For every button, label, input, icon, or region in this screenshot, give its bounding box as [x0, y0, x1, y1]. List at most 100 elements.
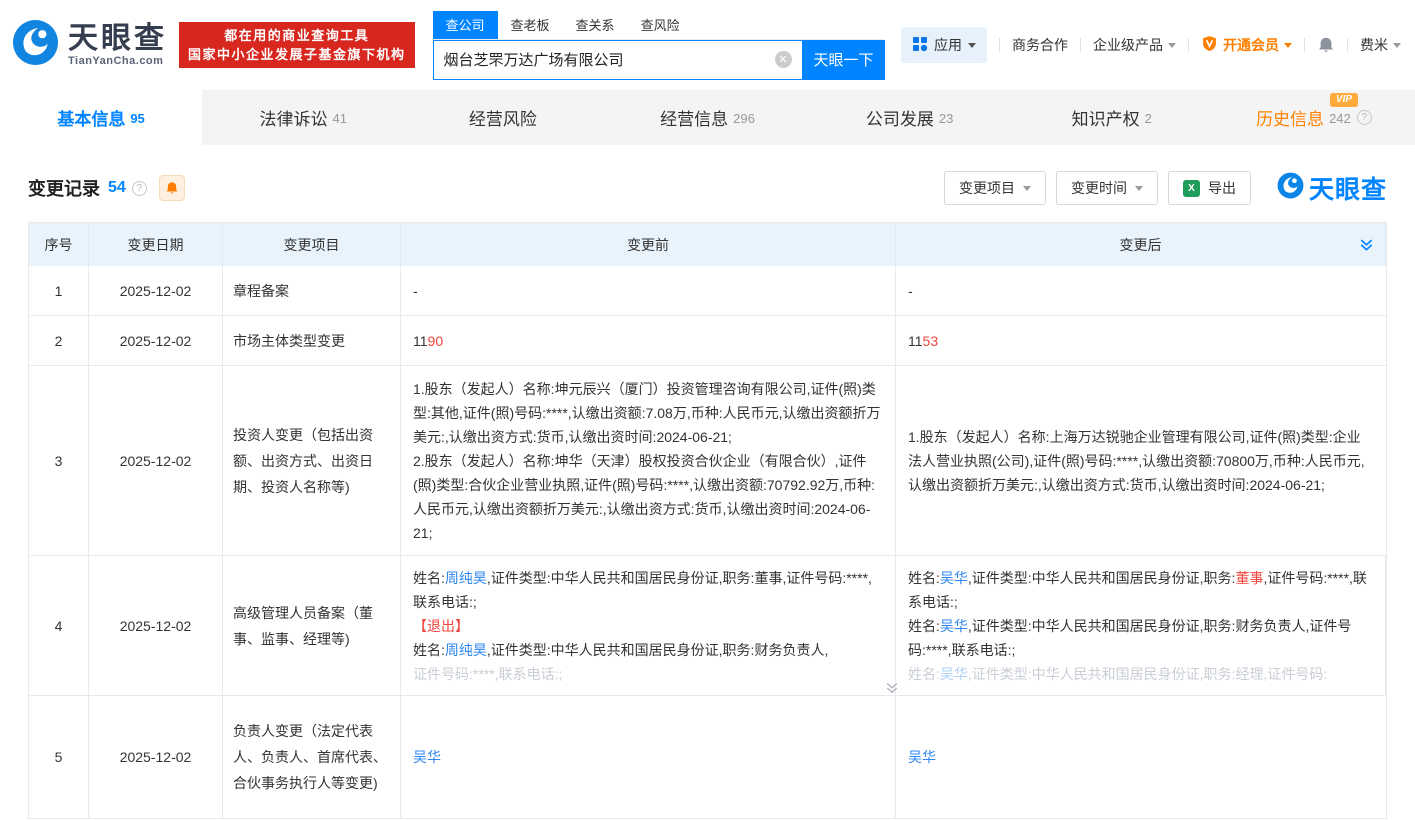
export-button[interactable]: X 导出: [1168, 171, 1251, 205]
cell-change-date: 2025-12-02: [89, 266, 223, 315]
company-tab-bar: 基本信息95 法律诉讼41 经营风险 经营信息296 公司发展23 知识产权2 …: [0, 90, 1415, 145]
cell-text: 姓名:: [908, 570, 940, 586]
cell-before: 姓名:周纯昊,证件类型:中华人民共和国居民身份证,职务:董事,证件号码:****…: [401, 556, 896, 695]
cell-text: 11: [413, 333, 428, 349]
column-header: 序号: [29, 223, 89, 266]
cell-before: 1190: [401, 316, 896, 365]
change-record-header: 变更记录 54 ? 变更项目 变更时间 X 导出 天眼查: [0, 145, 1415, 222]
table-row: 22025-12-02市场主体类型变更11901153: [29, 316, 1386, 366]
tab-operating-risk[interactable]: 经营风险: [404, 90, 606, 145]
filter-change-item[interactable]: 变更项目: [944, 171, 1046, 205]
cell-text: 姓名:: [413, 642, 445, 658]
table-header-row: 序号变更日期变更项目变更前变更后: [29, 223, 1386, 266]
bell-icon: [165, 181, 179, 195]
person-link-faded[interactable]: 吴华: [940, 666, 968, 682]
expand-row-icon[interactable]: [885, 681, 899, 695]
brand-domain: TianYanCha.com: [68, 55, 167, 67]
search-tabs: 查公司 查老板 查关系 查风险: [433, 11, 885, 40]
tab-intellectual-property[interactable]: 知识产权2: [1011, 90, 1213, 145]
person-link[interactable]: 吴华: [413, 749, 441, 765]
search-button[interactable]: 天眼一下: [803, 40, 885, 80]
cell-change-item: 高级管理人员备案（董事、监事、经理等): [223, 556, 401, 695]
column-header: 变更前: [401, 223, 896, 266]
promo-banner: 都在用的商业查询工具 国家中小企业发展子基金旗下机构: [179, 22, 415, 68]
cell-after: 1153: [896, 316, 1386, 365]
table-row: 32025-12-02投资人变更（包括出资额、出资方式、出资日期、投资人名称等)…: [29, 366, 1386, 556]
cell-text: 2.股东（发起人）名称:坤华（天津）股权投资合伙企业（有限合伙）,证件(照)类型…: [413, 453, 875, 541]
divider: [999, 38, 1000, 52]
faded-text: 姓名:: [908, 666, 940, 682]
person-link[interactable]: 吴华: [940, 618, 968, 634]
chevron-down-icon: [1168, 43, 1176, 52]
tab-basic-info[interactable]: 基本信息95: [0, 90, 202, 145]
tianyancha-logo[interactable]: 天眼查 TianYanCha.com: [12, 19, 167, 71]
user-menu[interactable]: 费米: [1360, 35, 1401, 55]
clear-icon[interactable]: ✕: [775, 51, 792, 68]
tab-company-development[interactable]: 公司发展23: [809, 90, 1011, 145]
help-icon[interactable]: ?: [1357, 110, 1372, 125]
nav-business-coop[interactable]: 商务合作: [1012, 35, 1068, 55]
cell-change-date: 2025-12-02: [89, 366, 223, 555]
cell-text: -: [908, 283, 913, 299]
tab-history-info[interactable]: VIP 历史信息242 ?: [1213, 90, 1415, 145]
table-row: 52025-12-02负责人变更（法定代表人、负责人、首席代表、合伙事务执行人等…: [29, 696, 1386, 819]
cell-text: 姓名:: [413, 570, 445, 586]
nav-enterprise-products[interactable]: 企业级产品: [1093, 35, 1176, 55]
cell-change-date: 2025-12-02: [89, 696, 223, 818]
subscribe-bell-button[interactable]: [159, 175, 185, 201]
excel-icon: X: [1183, 180, 1200, 197]
search-tab-boss[interactable]: 查老板: [498, 11, 563, 39]
tab-operating-info[interactable]: 经营信息296: [606, 90, 808, 145]
search-input[interactable]: [444, 51, 775, 68]
cell-before: 吴华: [401, 696, 896, 818]
chevron-down-icon: [968, 43, 976, 52]
person-link[interactable]: 吴华: [908, 749, 936, 765]
cell-change-item: 章程备案: [223, 266, 401, 315]
divider: [1304, 38, 1305, 52]
cell-change-item: 投资人变更（包括出资额、出资方式、出资日期、投资人名称等): [223, 366, 401, 555]
nav-open-vip[interactable]: 开通会员: [1201, 35, 1292, 55]
changed-value: 53: [923, 333, 939, 349]
help-icon[interactable]: ?: [132, 181, 147, 196]
cell-text: 11: [908, 333, 923, 349]
cell-change-item: 市场主体类型变更: [223, 316, 401, 365]
cell-text: 1.股东（发起人）名称:坤元辰兴（厦门）投资管理咨询有限公司,证件(照)类型:其…: [413, 381, 880, 445]
cell-text: 1.股东（发起人）名称:上海万达锐驰企业管理有限公司,证件(照)类型:企业法人营…: [908, 429, 1365, 493]
collapse-all-icon[interactable]: [1359, 237, 1374, 252]
tab-legal-litigation[interactable]: 法律诉讼41: [202, 90, 404, 145]
username: 费米: [1360, 35, 1388, 55]
search-tab-company[interactable]: 查公司: [433, 11, 498, 39]
cell-index: 1: [29, 266, 89, 315]
cell-index: 2: [29, 316, 89, 365]
cell-text: ,证件类型:中华人民共和国居民身份证,职务:财务负责人,证件号码:****,联系…: [908, 618, 1351, 658]
apps-menu[interactable]: 应用: [901, 27, 987, 63]
cell-change-item: 负责人变更（法定代表人、负责人、首席代表、合伙事务执行人等变更): [223, 696, 401, 818]
change-table: 序号变更日期变更项目变更前变更后12025-12-02章程备案--22025-1…: [28, 222, 1387, 819]
chevron-down-icon: [1284, 43, 1292, 52]
chevron-down-icon: [1393, 43, 1401, 52]
column-header: 变更日期: [89, 223, 223, 266]
cell-change-date: 2025-12-02: [89, 316, 223, 365]
person-link[interactable]: 周纯昊: [445, 642, 487, 658]
cell-text: ,证件类型:中华人民共和国居民身份证,职务:财务负责人,: [487, 642, 828, 658]
person-link[interactable]: 周纯昊: [445, 570, 487, 586]
search-tab-relation[interactable]: 查关系: [563, 11, 628, 39]
table-row: 42025-12-02高级管理人员备案（董事、监事、经理等)姓名:周纯昊,证件类…: [29, 556, 1386, 696]
notifications-bell[interactable]: [1317, 36, 1335, 54]
search-tab-risk[interactable]: 查风险: [628, 11, 693, 39]
faded-text: 证件号码:****,联系电话:;: [413, 666, 562, 682]
filter-change-time[interactable]: 变更时间: [1056, 171, 1158, 205]
cell-text: -: [413, 283, 418, 299]
bell-icon: [1317, 36, 1335, 54]
cell-after: -: [896, 266, 1386, 315]
column-header: 变更项目: [223, 223, 401, 266]
cell-change-date: 2025-12-02: [89, 556, 223, 695]
cell-index: 3: [29, 366, 89, 555]
vip-shield-icon: [1201, 35, 1218, 55]
tianyancha-logo-icon: [12, 19, 59, 71]
divider: [1080, 38, 1081, 52]
cell-index: 5: [29, 696, 89, 818]
divider: [1188, 38, 1189, 52]
person-link[interactable]: 吴华: [940, 570, 968, 586]
section-count: 54: [108, 179, 126, 197]
